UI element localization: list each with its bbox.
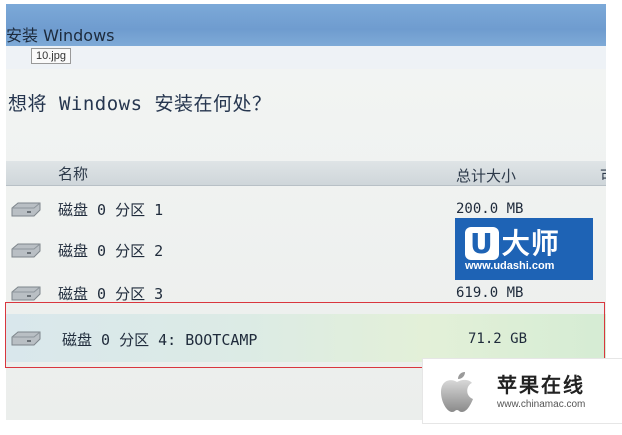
watermark-title: 苹果在线 — [497, 373, 585, 397]
partition-name: 磁盘 0 分区 3 — [58, 285, 164, 303]
chinamac-watermark: 苹果在线 www.chinamac.com — [422, 358, 622, 424]
title-bar: 安装 Windows — [6, 4, 606, 46]
partition-name: 磁盘 0 分区 2 — [58, 242, 164, 260]
partition-size: 200.0 MB — [456, 201, 524, 217]
watermark-url: www.chinamac.com — [497, 399, 586, 410]
partition-size: 619.0 MB — [456, 285, 524, 301]
apple-logo-icon — [441, 372, 473, 412]
partition-name: 磁盘 0 分区 1 — [58, 201, 164, 219]
column-header-total-size[interactable]: 总计大小 — [456, 165, 516, 186]
hard-disk-icon — [11, 286, 41, 301]
hard-disk-icon — [11, 243, 41, 258]
partition-list-header: 名称 总计大小 可 — [6, 161, 606, 186]
hard-disk-icon — [11, 202, 41, 217]
image-filename-tag: 10.jpg — [31, 48, 71, 64]
udashi-logo: U 大师 www.udashi.com — [455, 218, 593, 280]
logo-text: 大师 — [501, 227, 560, 260]
column-header-name[interactable]: 名称 — [58, 163, 88, 184]
logo-url: www.udashi.com — [465, 260, 555, 272]
column-header-free[interactable]: 可 — [600, 165, 606, 186]
install-location-question: 想将 Windows 安装在何处？ — [8, 93, 272, 115]
window-title: 安装 Windows — [6, 26, 115, 45]
logo-u-mark: U — [465, 227, 499, 260]
